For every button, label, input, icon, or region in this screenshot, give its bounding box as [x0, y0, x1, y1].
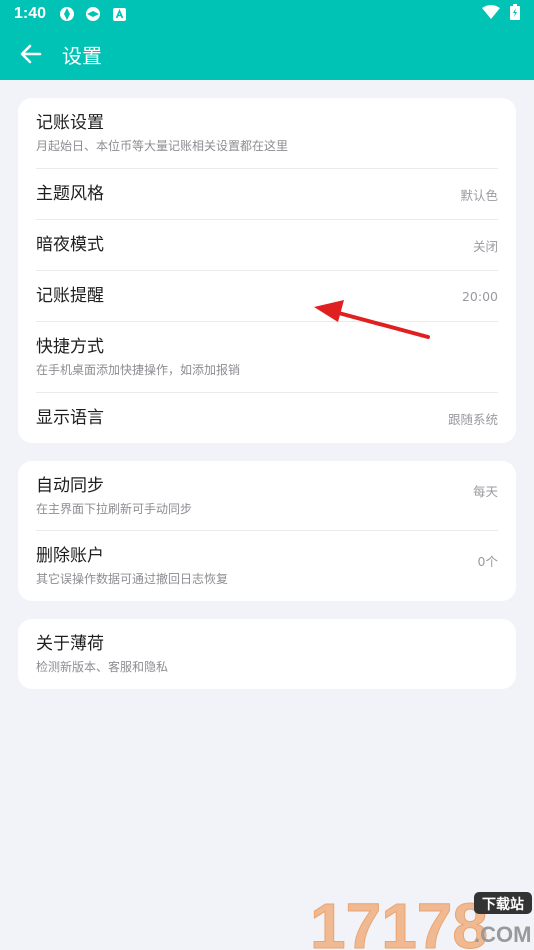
watermark-badge: 下载站: [482, 896, 524, 913]
setting-label: 记账设置: [36, 113, 104, 133]
arrow-left-icon: [20, 44, 42, 64]
setting-label: 显示语言: [36, 408, 104, 428]
sync-icon: [58, 5, 76, 23]
setting-about[interactable]: 关于薄荷 检测新版本、客服和隐私: [36, 619, 498, 689]
setting-description: 在主界面下拉刷新可手动同步: [36, 501, 193, 516]
setting-reminder[interactable]: 记账提醒 20:00: [36, 271, 498, 322]
sync-icon-2: [84, 5, 102, 23]
setting-label: 快捷方式: [36, 337, 104, 357]
back-button[interactable]: [18, 41, 44, 67]
setting-description: 在手机桌面添加快捷操作，如添加报销: [36, 363, 241, 377]
setting-deleted-accounts[interactable]: 删除账户 其它误操作数据可通过撤回日志恢复 0个: [36, 531, 498, 601]
status-time: 1:40: [14, 5, 47, 22]
setting-label: 关于薄荷: [36, 634, 104, 654]
setting-value: 默认色: [460, 187, 498, 203]
setting-value: 每天: [472, 484, 498, 499]
app-bar: 设置: [0, 28, 534, 80]
setting-auto-sync[interactable]: 自动同步 在主界面下拉刷新可手动同步 每天: [36, 461, 498, 531]
settings-card-about: 关于薄荷 检测新版本、客服和隐私: [18, 619, 516, 689]
setting-label: 主题风格: [36, 184, 104, 204]
setting-label: 记账提醒: [36, 286, 104, 306]
setting-value: 关闭: [472, 238, 498, 254]
setting-dark-mode[interactable]: 暗夜模式 关闭: [36, 220, 498, 271]
setting-description: 检测新版本、客服和隐私: [36, 660, 169, 674]
setting-theme[interactable]: 主题风格 默认色: [36, 169, 498, 220]
setting-label: 暗夜模式: [36, 235, 104, 255]
watermark-suffix: .COM: [474, 922, 531, 947]
setting-label: 删除账户: [36, 546, 104, 566]
setting-language[interactable]: 显示语言 跟随系统: [36, 393, 498, 443]
setting-value: 0个: [477, 554, 498, 569]
notification-icon: [110, 5, 128, 23]
status-bar: 1:40: [0, 0, 534, 28]
setting-label: 自动同步: [36, 475, 104, 496]
setting-description: 月起始日、本位币等大量记账相关设置都在这里: [36, 139, 289, 153]
setting-shortcut[interactable]: 快捷方式 在手机桌面添加快捷操作，如添加报销: [36, 322, 498, 393]
setting-description: 其它误操作数据可通过撤回日志恢复: [36, 572, 229, 586]
settings-card-sync: 自动同步 在主界面下拉刷新可手动同步 每天 删除账户 其它误操作数据可通过撤回日…: [18, 461, 516, 601]
page-title: 设置: [62, 43, 102, 68]
battery-icon: [510, 4, 520, 24]
watermark-number: 17178: [310, 890, 488, 950]
wifi-icon: [482, 5, 500, 23]
setting-bookkeeping[interactable]: 记账设置 月起始日、本位币等大量记账相关设置都在这里: [36, 98, 498, 169]
setting-value: 20:00: [461, 288, 498, 304]
setting-value: 跟随系统: [447, 411, 498, 427]
settings-card-general: 记账设置 月起始日、本位币等大量记账相关设置都在这里 主题风格 默认色 暗夜模式…: [18, 98, 516, 443]
watermark-logo: 17178 下载站 .COM: [308, 886, 534, 950]
